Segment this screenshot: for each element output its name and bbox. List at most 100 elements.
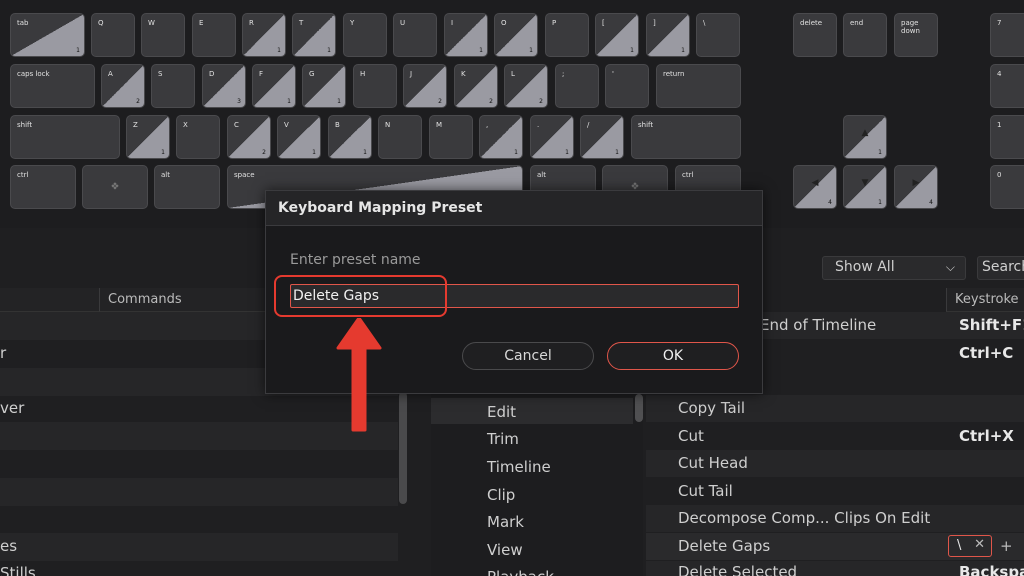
key-d[interactable]: D3 — [202, 64, 246, 108]
list-item[interactable]: es — [0, 533, 398, 561]
key-q[interactable]: Q — [91, 13, 135, 57]
key-left-alt[interactable]: alt — [154, 165, 220, 209]
category-view[interactable]: View — [487, 541, 523, 559]
key-label: alt — [161, 171, 170, 179]
key-label: V — [284, 121, 289, 129]
key-o[interactable]: O1 — [494, 13, 538, 57]
key-count: 2 — [136, 98, 140, 105]
key-x[interactable]: X — [176, 115, 220, 159]
key-page-down[interactable]: page down — [894, 13, 938, 57]
key-arrow-down[interactable]: ▼ 1 — [843, 165, 887, 209]
search-input[interactable]: Search — [977, 256, 1024, 280]
key-numpad-7[interactable]: 7 — [990, 13, 1024, 57]
key-left-bracket[interactable]: [1 — [595, 13, 639, 57]
key-e[interactable]: E — [192, 13, 236, 57]
key-b[interactable]: B1 — [328, 115, 372, 159]
key-h[interactable]: H — [353, 64, 397, 108]
key-label: J — [410, 70, 413, 78]
category-clip[interactable]: Clip — [487, 486, 515, 504]
category-mark[interactable]: Mark — [487, 513, 524, 531]
scrollbar[interactable] — [399, 392, 407, 504]
list-item[interactable] — [0, 505, 398, 533]
key-return[interactable]: return — [656, 64, 741, 108]
key-t[interactable]: T1 — [292, 13, 336, 57]
key-c[interactable]: C2 — [227, 115, 271, 159]
arrow-right-icon: ▶ — [912, 177, 920, 188]
key-tab[interactable]: tab 1 — [10, 13, 85, 57]
key-semicolon[interactable]: ; — [555, 64, 599, 108]
key-y[interactable]: Y — [343, 13, 387, 57]
command-row[interactable]: Cut Tail — [646, 478, 1024, 505]
key-i[interactable]: I1 — [444, 13, 488, 57]
key-j[interactable]: J2 — [403, 64, 447, 108]
key-w[interactable]: W — [141, 13, 185, 57]
key-label: F — [259, 70, 264, 78]
category-edit[interactable]: Edit — [487, 403, 516, 421]
category-trim[interactable]: Trim — [487, 430, 519, 448]
list-item[interactable] — [0, 478, 398, 506]
key-count: 1 — [327, 47, 331, 54]
key-period[interactable]: .1 — [530, 115, 574, 159]
key-a[interactable]: A2 — [101, 64, 145, 108]
keystroke-chip[interactable]: \ ✕ — [948, 535, 992, 557]
key-r[interactable]: R1 — [242, 13, 286, 57]
key-n[interactable]: N — [378, 115, 422, 159]
key-k[interactable]: K2 — [454, 64, 498, 108]
dialog-title: Keyboard Mapping Preset — [266, 191, 762, 226]
key-right-shift[interactable]: shift — [631, 115, 741, 159]
key-label: S — [158, 70, 163, 78]
key-numpad-0[interactable]: 0 — [990, 165, 1024, 209]
key-right-bracket[interactable]: ] 1 — [646, 13, 690, 57]
key-quote[interactable]: ' — [605, 64, 649, 108]
key-left-shift[interactable]: shift — [10, 115, 120, 159]
key-backslash[interactable]: \ — [696, 13, 740, 57]
list-item[interactable] — [0, 450, 398, 478]
annotation-arrow-icon — [336, 318, 382, 432]
key-slash[interactable]: /1 — [580, 115, 624, 159]
key-f[interactable]: F1 — [252, 64, 296, 108]
key-label: ; — [562, 70, 565, 78]
key-numpad-1[interactable]: 1 — [990, 115, 1024, 159]
key-u[interactable]: U — [393, 13, 437, 57]
key-label: space — [234, 171, 255, 179]
key-arrow-up[interactable]: ▲ 1 — [843, 115, 887, 159]
key-label: shift — [638, 121, 654, 129]
command-row[interactable]: Cut Head — [646, 450, 1024, 477]
key-delete[interactable]: delete — [793, 13, 837, 57]
key-s[interactable]: S — [151, 64, 195, 108]
key-label: 0 — [997, 171, 1002, 179]
key-label: alt — [537, 171, 546, 179]
command-keystroke: Ctrl+C — [959, 344, 1014, 362]
category-playback[interactable]: Playback — [487, 568, 554, 576]
key-comma[interactable]: ,1 — [479, 115, 523, 159]
key-left-ctrl[interactable]: ctrl — [10, 165, 76, 209]
key-z[interactable]: Z1 — [126, 115, 170, 159]
command-row[interactable]: Cut Ctrl+X — [646, 423, 1024, 450]
command-row[interactable]: Delete Selected Backspace — [646, 561, 1024, 576]
key-v[interactable]: V1 — [277, 115, 321, 159]
keystroke-column-header[interactable]: Keystroke — [946, 288, 1024, 312]
key-m[interactable]: M — [429, 115, 473, 159]
ok-button[interactable]: OK — [607, 342, 739, 370]
key-numpad-4[interactable]: 4 — [990, 64, 1024, 108]
key-left-cmd[interactable]: ❖ — [82, 165, 148, 209]
key-l[interactable]: L2 — [504, 64, 548, 108]
key-end[interactable]: end — [843, 13, 887, 57]
key-arrow-right[interactable]: ▶ 4 — [894, 165, 938, 209]
key-label: Q — [98, 19, 104, 27]
command-row[interactable]: Decompose Comp... Clips On Edit — [646, 505, 1024, 532]
key-caps-lock[interactable]: caps lock — [10, 64, 95, 108]
key-p[interactable]: P — [545, 13, 589, 57]
command-row[interactable]: Copy Tail — [646, 395, 1024, 422]
cancel-button[interactable]: Cancel — [462, 342, 594, 370]
key-arrow-left[interactable]: ◀ 4 — [793, 165, 837, 209]
show-all-dropdown[interactable]: Show All ⌵ — [822, 256, 966, 280]
key-count: 2 — [539, 98, 543, 105]
key-g[interactable]: G1 — [302, 64, 346, 108]
category-timeline[interactable]: Timeline — [487, 458, 551, 476]
list-item[interactable]: Stills — [0, 560, 398, 576]
scrollbar[interactable] — [635, 394, 643, 422]
close-icon[interactable]: ✕ — [974, 537, 985, 552]
add-keystroke-icon[interactable]: + — [1000, 537, 1013, 555]
chevron-down-icon: ⌵ — [945, 260, 955, 274]
